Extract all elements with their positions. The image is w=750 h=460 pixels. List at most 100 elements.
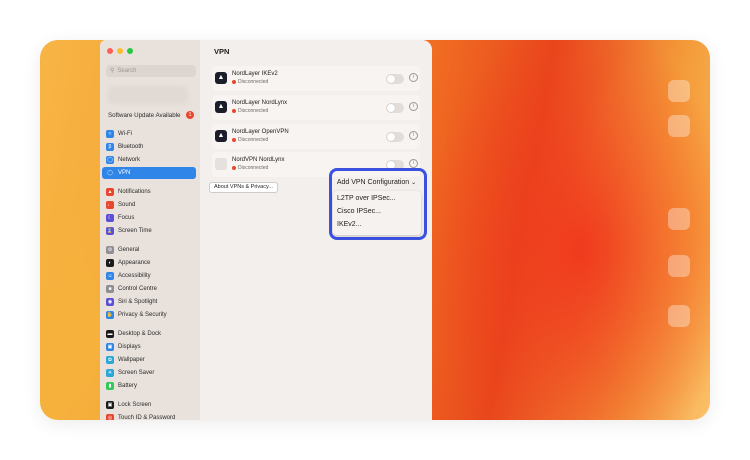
close-button[interactable] (107, 48, 113, 54)
sidebar-item-label: Touch ID & Password (118, 415, 176, 420)
nordlayer-logo-icon: ▲ (215, 130, 227, 142)
status-dot-icon (232, 108, 236, 113)
sidebar-item-wallpaper[interactable]: ✿ Wallpaper (102, 354, 196, 366)
dock-app-icon[interactable] (668, 80, 690, 102)
sidebar-item-lock-screen[interactable]: ▣ Lock Screen (102, 399, 196, 411)
sidebar-item-label: Battery (118, 383, 138, 389)
blank-vpn-icon (215, 158, 227, 170)
battery-icon: ▮ (106, 382, 114, 390)
zoom-button[interactable] (127, 48, 133, 54)
vpn-status: Disconnected (232, 79, 268, 85)
sidebar-item-bluetooth[interactable]: β Bluetooth (102, 141, 196, 153)
wifi-icon: ≈ (106, 130, 114, 138)
add-vpn-configuration-button[interactable]: Add VPN Configuration ⌄ (332, 176, 421, 190)
dock-app-icon[interactable] (668, 208, 690, 230)
fingerprint-icon: ◎ (106, 414, 114, 420)
sidebar-item-wi-fi[interactable]: ≈ Wi-Fi (102, 128, 196, 140)
hourglass-icon: ⌛ (106, 227, 114, 235)
sidebar-item-screen-saver[interactable]: ☀ Screen Saver (102, 367, 196, 379)
sidebar-item-label: Wallpaper (118, 357, 145, 363)
control-centre-icon: ■ (106, 285, 114, 293)
chevron-down-icon: ⌄ (411, 180, 417, 186)
sidebar-item-screen-time[interactable]: ⌛ Screen Time (102, 225, 196, 237)
menu-item-ikev2[interactable]: IKEv2... (337, 221, 362, 228)
vpn-name: NordVPN NordLynx (232, 157, 285, 163)
status-dot-icon (232, 79, 236, 84)
software-update-row[interactable]: Software Update Available 1 (108, 111, 194, 119)
sidebar-item-label: Network (118, 157, 141, 163)
vpn-row[interactable]: ▲ NordLayer NordLynx Disconnected i (212, 95, 420, 120)
sidebar-item-appearance[interactable]: ◐ Appearance (102, 257, 196, 269)
minimize-button[interactable] (117, 48, 123, 54)
lock-icon: ▣ (106, 401, 114, 409)
vpn-status: Disconnected (232, 108, 268, 114)
sidebar-item-label: Screen Saver (118, 370, 155, 376)
sidebar-item-label: VPN (118, 170, 131, 176)
info-icon[interactable]: i (409, 131, 418, 140)
dock-icon: ▬ (106, 330, 114, 338)
vpn-row[interactable]: ▲ NordLayer IKEv2 Disconnected i (212, 66, 420, 91)
speaker-icon: ♩ (106, 201, 114, 209)
about-vpns-button[interactable]: About VPNs & Privacy... (209, 182, 278, 193)
sidebar-item-label: Notifications (118, 189, 151, 195)
sidebar-item-vpn[interactable]: ◯ VPN (102, 167, 196, 179)
info-icon[interactable]: i (409, 73, 418, 82)
sidebar-item-battery[interactable]: ▮ Battery (102, 380, 196, 392)
globe-icon: ◯ (106, 169, 114, 177)
account-row[interactable] (108, 86, 188, 104)
dock-app-icon[interactable] (668, 305, 690, 327)
hand-icon: ✋ (106, 311, 114, 319)
sidebar-item-siri-spotlight[interactable]: ◉ Siri & Spotlight (102, 296, 196, 308)
dock-app-icon[interactable] (668, 255, 690, 277)
sidebar-item-touch-id-password[interactable]: ◎ Touch ID & Password (102, 412, 196, 420)
info-icon[interactable]: i (409, 102, 418, 111)
sidebar-item-label: General (118, 247, 140, 253)
sidebar-item-desktop-dock[interactable]: ▬ Desktop & Dock (102, 328, 196, 340)
vpn-type-menu: L2TP over IPSec... Cisco IPSec... IKEv2.… (333, 191, 421, 235)
info-icon[interactable]: i (409, 159, 418, 168)
dock-app-icon[interactable] (668, 115, 690, 137)
sidebar-item-label: Siri & Spotlight (118, 299, 158, 305)
update-count-badge: 1 (186, 111, 194, 119)
sidebar-item-accessibility[interactable]: ☺ Accessibility (102, 270, 196, 282)
display-icon: ▣ (106, 343, 114, 351)
accessibility-icon: ☺ (106, 272, 114, 280)
globe-icon: ◯ (106, 156, 114, 164)
sidebar-item-sound[interactable]: ♩ Sound (102, 199, 196, 211)
bell-icon: ▲ (106, 188, 114, 196)
sidebar-item-displays[interactable]: ▣ Displays (102, 341, 196, 353)
vpn-status: Disconnected (232, 137, 268, 143)
gear-icon: ⚙ (106, 246, 114, 254)
sidebar-item-general[interactable]: ⚙ General (102, 244, 196, 256)
sidebar: ⚲ Search Software Update Available 1 ≈ Wi-… (100, 40, 200, 420)
sidebar-item-label: Displays (118, 344, 141, 350)
sidebar-item-focus[interactable]: ☾ Focus (102, 212, 196, 224)
sidebar-item-label: Privacy & Security (118, 312, 167, 318)
vpn-name: NordLayer IKEv2 (232, 71, 278, 77)
vpn-toggle[interactable] (386, 74, 404, 84)
sidebar-item-label: Lock Screen (118, 402, 152, 408)
sidebar-item-network[interactable]: ◯ Network (102, 154, 196, 166)
search-input[interactable]: ⚲ Search (106, 65, 196, 77)
sidebar-item-label: Sound (118, 202, 136, 208)
sidebar-item-label: Wi-Fi (118, 131, 132, 137)
vpn-toggle[interactable] (386, 103, 404, 113)
vpn-name: NordLayer OpenVPN (232, 129, 289, 135)
bluetooth-icon: β (106, 143, 114, 151)
sidebar-item-privacy-security[interactable]: ✋ Privacy & Security (102, 309, 196, 321)
nordlayer-logo-icon: ▲ (215, 72, 227, 84)
software-update-label: Software Update Available (108, 111, 181, 119)
status-dot-icon (232, 165, 236, 170)
nordlayer-logo-icon: ▲ (215, 101, 227, 113)
sidebar-item-label: Focus (118, 215, 135, 221)
siri-icon: ◉ (106, 298, 114, 306)
menu-item-cisco-ipsec[interactable]: Cisco IPSec... (337, 208, 381, 215)
vpn-row[interactable]: ▲ NordLayer OpenVPN Disconnected i (212, 124, 420, 149)
screensaver-icon: ☀ (106, 369, 114, 377)
appearance-icon: ◐ (106, 259, 114, 267)
vpn-toggle[interactable] (386, 132, 404, 142)
menu-item-l2tp[interactable]: L2TP over IPSec... (337, 195, 396, 202)
status-dot-icon (232, 137, 236, 142)
sidebar-item-control-centre[interactable]: ■ Control Centre (102, 283, 196, 295)
sidebar-item-notifications[interactable]: ▲ Notifications (102, 186, 196, 198)
